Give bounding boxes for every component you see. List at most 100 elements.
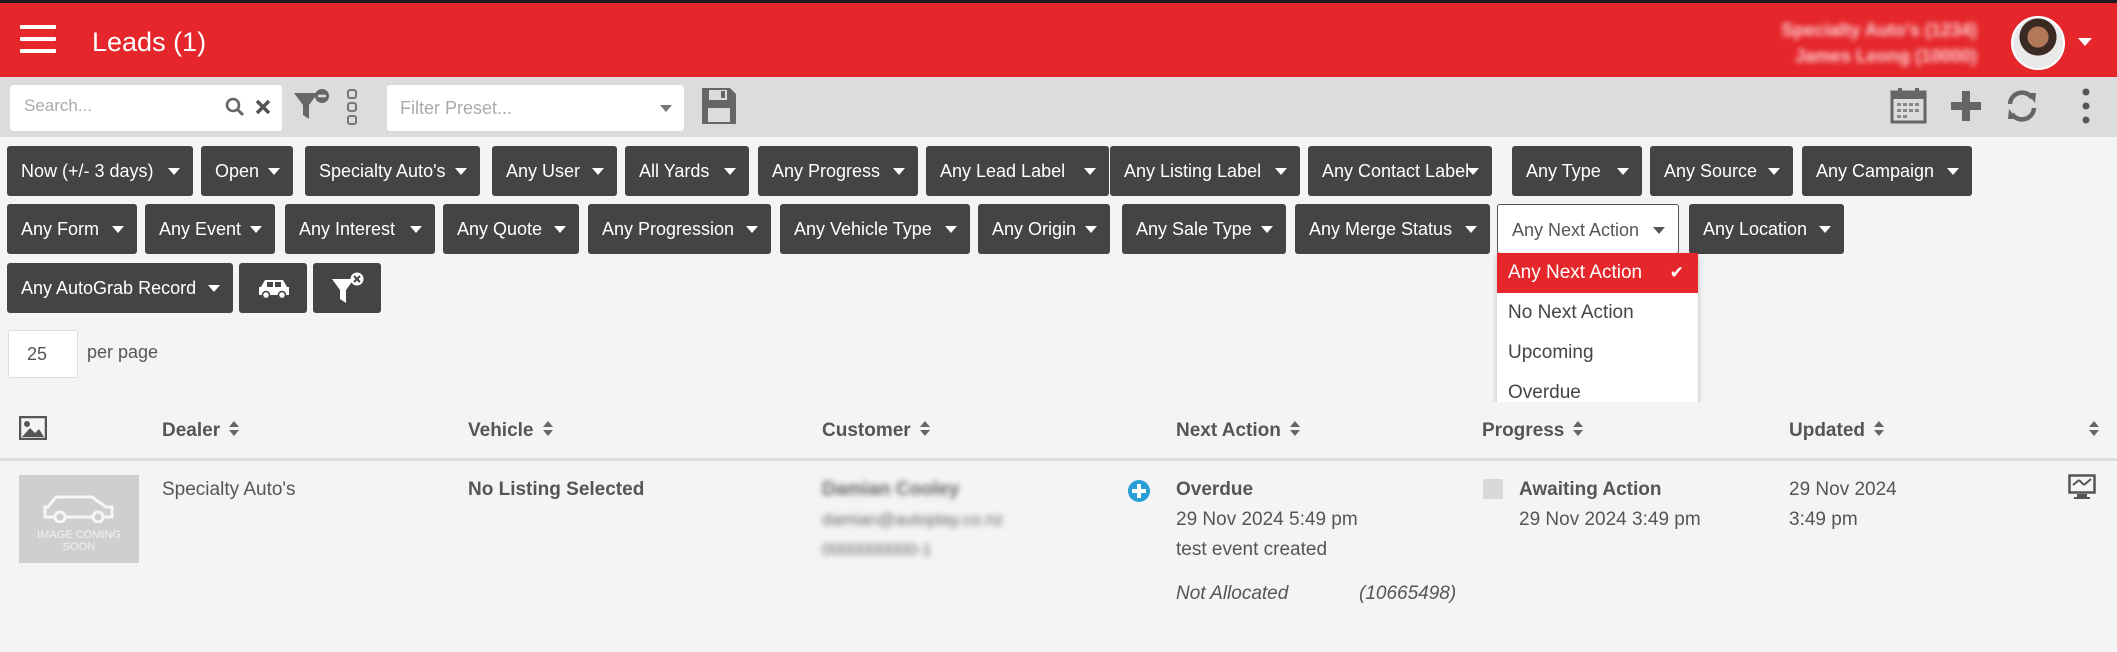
chevron-down-icon	[1617, 168, 1629, 175]
column-dealer[interactable]: Dealer	[162, 420, 240, 442]
filter-progress[interactable]: Any Progress	[758, 146, 918, 196]
filter-dealer[interactable]: Specialty Auto's	[305, 146, 480, 196]
customer-phone[interactable]: 0000000000-1	[822, 535, 932, 565]
clear-filters-button[interactable]	[313, 263, 381, 313]
table-row[interactable]: IMAGE COMING SOON Specialty Auto's No Li…	[0, 464, 2117, 622]
chevron-down-icon	[1819, 226, 1831, 233]
search-input[interactable]	[24, 96, 214, 116]
filter-label: Any Merge Status	[1309, 219, 1453, 239]
filter-label: Any Location	[1703, 219, 1808, 239]
search-icon[interactable]	[225, 97, 245, 119]
updated-time: 3:49 pm	[1789, 509, 1858, 530]
filter-label: Open	[215, 161, 260, 181]
dropdown-option-upcoming[interactable]: Upcoming	[1497, 333, 1698, 373]
filter-label: Any Source	[1664, 161, 1758, 181]
filter-type[interactable]: Any Type	[1512, 146, 1642, 196]
refresh-icon[interactable]	[2005, 89, 2039, 123]
column-vehicle[interactable]: Vehicle	[468, 420, 553, 442]
filter-label: Any Lead Label	[940, 161, 1066, 181]
filter-label: Any Quote	[457, 219, 543, 239]
option-label: Upcoming	[1508, 342, 1594, 363]
sort-icon[interactable]	[2089, 420, 2099, 437]
sort-icon[interactable]	[542, 420, 553, 437]
allocation-status: Not Allocated	[1176, 583, 1289, 604]
more-vertical-icon[interactable]	[344, 87, 362, 127]
image-icon	[19, 416, 47, 440]
monitor-icon[interactable]	[2068, 474, 2096, 500]
filter-yards[interactable]: All Yards	[625, 146, 749, 196]
filter-autograb[interactable]: Any AutoGrab Record	[7, 263, 233, 313]
user-name: James Leong (10000)	[1794, 46, 1977, 66]
avatar[interactable]	[2011, 16, 2065, 70]
column-customer[interactable]: Customer	[822, 420, 930, 442]
save-icon[interactable]	[700, 86, 738, 126]
dropdown-option-no-next-action[interactable]: No Next Action	[1497, 293, 1698, 333]
chevron-down-icon	[592, 168, 604, 175]
vehicle-thumbnail: IMAGE COMING SOON	[19, 475, 139, 563]
filter-next-action[interactable]: Any Next Action	[1497, 204, 1679, 254]
kebab-menu-icon[interactable]	[2080, 87, 2092, 125]
sort-icon[interactable]	[1573, 420, 1584, 437]
column-updated[interactable]: Updated	[1789, 420, 1884, 442]
filter-origin[interactable]: Any Origin	[978, 204, 1110, 254]
column-label: Updated	[1789, 420, 1865, 441]
calendar-icon[interactable]	[1890, 87, 1928, 125]
column-actions[interactable]	[2080, 420, 2099, 442]
option-label: No Next Action	[1508, 302, 1634, 323]
per-page-label: per page	[87, 342, 159, 362]
chevron-down-icon	[268, 168, 280, 175]
per-page-input[interactable]: 25	[8, 330, 78, 378]
progress-checkbox[interactable]	[1483, 479, 1503, 499]
next-action-date: 29 Nov 2024 5:49 pm	[1176, 509, 1358, 530]
column-next-action[interactable]: Next Action	[1176, 420, 1300, 442]
filter-label: Now (+/- 3 days)	[21, 161, 154, 181]
filter-form[interactable]: Any Form	[7, 204, 137, 254]
dropdown-option-any-next-action[interactable]: Any Next Action ✔	[1497, 253, 1698, 293]
dealer-cell: Specialty Auto's	[162, 479, 296, 500]
sort-icon[interactable]	[229, 420, 240, 437]
add-icon[interactable]	[1951, 91, 1981, 121]
filter-remove-icon[interactable]	[292, 87, 330, 125]
vehicle-filter-button[interactable]	[239, 263, 307, 313]
page-title: Leads (1)	[92, 27, 207, 57]
filter-label: Any AutoGrab Record	[21, 278, 197, 298]
filter-lead-label[interactable]: Any Lead Label	[926, 146, 1109, 196]
filter-preset-select[interactable]: Filter Preset...	[387, 85, 684, 131]
filter-progression[interactable]: Any Progression	[588, 204, 771, 254]
chevron-down-icon[interactable]	[2078, 38, 2092, 46]
filter-date-range[interactable]: Now (+/- 3 days)	[7, 146, 193, 196]
chevron-down-icon	[554, 226, 566, 233]
filter-contact-label[interactable]: Any Contact Label	[1308, 146, 1492, 196]
customer-email[interactable]: damian@autoplay.co.nz	[822, 505, 1003, 535]
sort-icon[interactable]	[919, 420, 930, 437]
filter-listing-label[interactable]: Any Listing Label	[1110, 146, 1300, 196]
filter-campaign[interactable]: Any Campaign	[1802, 146, 1972, 196]
sort-icon[interactable]	[1874, 420, 1884, 437]
filter-user[interactable]: Any User	[492, 146, 617, 196]
filter-label: Any User	[506, 161, 581, 181]
filter-vehicle-type[interactable]: Any Vehicle Type	[780, 204, 970, 254]
filter-sale-type[interactable]: Any Sale Type	[1122, 204, 1286, 254]
add-circle-icon[interactable]	[1127, 479, 1151, 503]
chevron-down-icon	[112, 226, 124, 233]
filter-merge-status[interactable]: Any Merge Status	[1295, 204, 1490, 254]
progress-date: 29 Nov 2024 3:49 pm	[1519, 509, 1701, 530]
filter-status[interactable]: Open	[201, 146, 293, 196]
filter-interest[interactable]: Any Interest	[285, 204, 435, 254]
filter-preset-placeholder: Filter Preset...	[400, 98, 513, 118]
toolbar: Filter Preset...	[0, 77, 2117, 137]
filter-event[interactable]: Any Event	[145, 204, 275, 254]
vehicle-cell[interactable]: No Listing Selected	[468, 475, 644, 505]
filter-location[interactable]: Any Location	[1689, 204, 1844, 254]
column-label: Progress	[1482, 420, 1565, 441]
chevron-down-icon	[660, 105, 672, 112]
menu-icon[interactable]	[20, 25, 56, 53]
filter-label: Any Interest	[299, 219, 396, 239]
clear-icon[interactable]	[255, 99, 271, 115]
filter-source[interactable]: Any Source	[1650, 146, 1793, 196]
column-progress[interactable]: Progress	[1482, 420, 1584, 442]
filter-quote[interactable]: Any Quote	[443, 204, 579, 254]
filter-label: All Yards	[639, 161, 710, 181]
customer-name[interactable]: Damian Cooley	[822, 475, 959, 505]
sort-icon[interactable]	[1289, 420, 1300, 437]
